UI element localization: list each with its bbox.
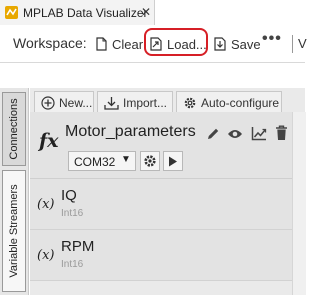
variable-type: Int16 [61, 208, 84, 219]
clear-button[interactable]: Clear [96, 34, 143, 54]
tab-data-visualizer[interactable]: MPLAB Data Visualizer ✕ [0, 0, 155, 25]
variable-x-icon: (x) [37, 248, 55, 263]
variable-streamers-tab-label: Variable Streamers [8, 184, 20, 278]
toolbar-divider [292, 35, 293, 53]
panel-scrollbar[interactable] [292, 112, 306, 295]
auto-configure-label: Auto-configure [201, 96, 280, 110]
save-button[interactable]: Save [214, 34, 261, 54]
data-visualizer-logo-icon [5, 6, 18, 19]
run-button[interactable] [163, 151, 183, 171]
workspace-label: Workspace: [13, 35, 87, 51]
com-port-select[interactable]: COM32 ▼ [68, 151, 136, 171]
com-port-value: COM32 [74, 155, 116, 169]
clear-document-icon [96, 37, 107, 51]
save-label: Save [231, 36, 261, 52]
plot-chart-icon[interactable] [251, 126, 267, 141]
function-name: Motor_parameters [65, 123, 196, 140]
variable-name: IQ [61, 187, 77, 204]
delete-trash-icon[interactable] [275, 125, 288, 141]
clipped-toolbar-item[interactable]: V [298, 36, 307, 51]
new-label: New... [59, 96, 93, 110]
tab-title: MPLAB Data Visualizer [23, 6, 148, 20]
connections-tab-label: Connections [8, 98, 20, 160]
tab-variable-streamers[interactable]: Variable Streamers [2, 170, 26, 292]
variable-name: RPM [61, 238, 95, 255]
variable-x-icon: (x) [37, 197, 55, 212]
close-tab-icon[interactable]: ✕ [141, 5, 151, 19]
editor-tab-bar: MPLAB Data Visualizer ✕ [0, 0, 305, 26]
variable-row[interactable]: (x) RPM Int16 [30, 230, 292, 281]
variable-type: Int16 [61, 259, 84, 270]
gear-icon [144, 155, 156, 167]
clear-label: Clear [112, 36, 144, 52]
toolbar-spacer [0, 63, 305, 88]
function-fx-icon: fx [39, 130, 59, 152]
variable-row[interactable]: (x) IQ Int16 [30, 179, 292, 230]
visibility-eye-icon[interactable] [227, 128, 243, 140]
save-icon [214, 37, 226, 51]
load-highlight-annotation [144, 28, 208, 56]
tab-connections[interactable]: Connections [2, 92, 26, 166]
chevron-down-icon: ▼ [121, 154, 131, 165]
import-label: Import... [123, 96, 168, 110]
import-icon [104, 97, 119, 110]
function-card: fx Motor_parameters COM32 ▼ [30, 112, 292, 179]
settings-cog-icon [184, 97, 196, 109]
play-icon [169, 156, 177, 166]
more-options-icon[interactable]: ••• [262, 30, 282, 48]
workspace-toolbar: Workspace: Clear Load... Save ••• V [0, 25, 307, 63]
add-circle-icon [41, 96, 55, 110]
edit-pencil-icon[interactable] [206, 127, 220, 141]
port-settings-button[interactable] [140, 151, 160, 171]
side-tab-strip: Connections Variable Streamers [0, 88, 29, 295]
